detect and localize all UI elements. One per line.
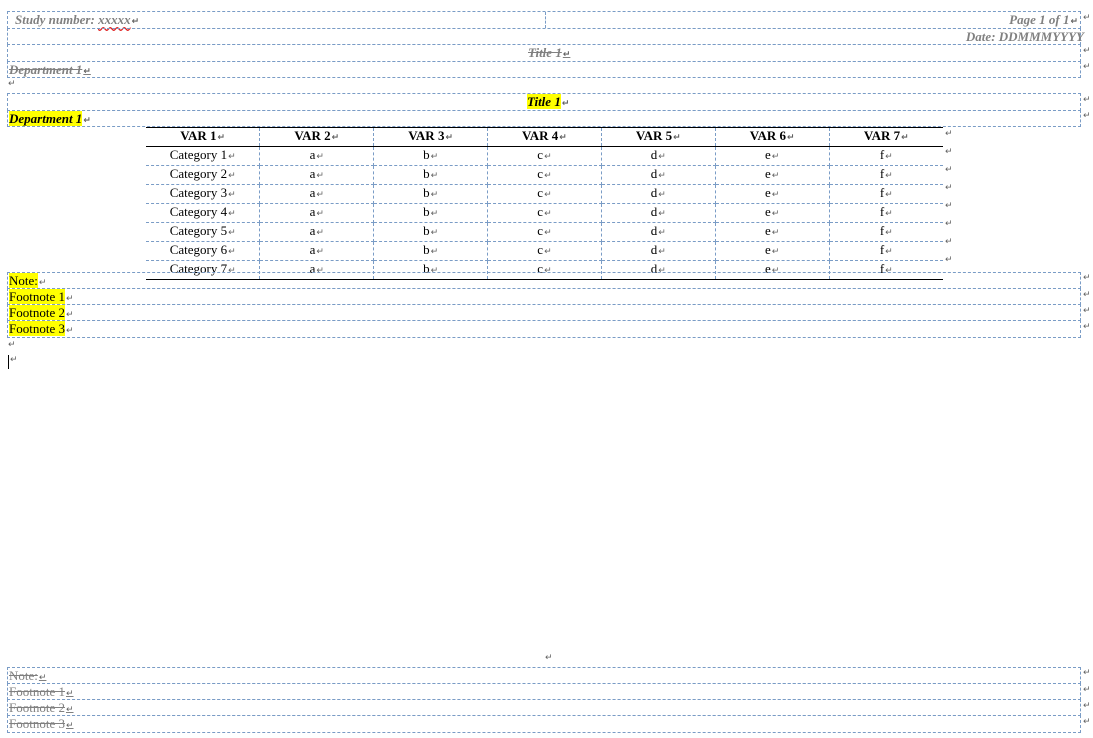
text-cursor xyxy=(8,355,9,369)
table-cell[interactable]: Category 5↵ xyxy=(146,222,261,242)
data-table: VAR 1↵ VAR 2↵ VAR 3↵ VAR 4↵ VAR 5↵ VAR 6… xyxy=(146,127,943,280)
table-cell[interactable]: b↵ xyxy=(373,222,489,242)
table-cell[interactable]: a↵ xyxy=(259,184,375,204)
footnote-row: Footnote 3↵ xyxy=(7,320,1081,338)
header-row-study: Study number: xxxxx↵ Page 1 of 1↵ xyxy=(7,11,1081,29)
table-row: Category 5↵ a↵ b↵ c↵ d↵ e↵ f↵ xyxy=(146,222,943,242)
footer-footnote-row: Footnote 1↵ xyxy=(7,683,1081,700)
table-cell[interactable]: a↵ xyxy=(259,222,375,242)
table-cell[interactable]: c↵ xyxy=(487,146,602,166)
table-cell[interactable]: d↵ xyxy=(600,222,716,242)
header-row-department: Department 1↵ xyxy=(7,61,1081,78)
header-row-date: Date: DDMMMYYYY xyxy=(7,28,1084,45)
study-number-label: Study number: xxxxx↵ xyxy=(15,12,140,28)
table-cell[interactable]: b↵ xyxy=(373,146,489,166)
column-header[interactable]: VAR 2↵ xyxy=(259,127,375,147)
table-cell[interactable]: b↵ xyxy=(373,184,489,204)
footer-footnote-text: Footnote 3↵ xyxy=(9,716,74,732)
table-cell[interactable]: c↵ xyxy=(487,184,602,204)
table-cell[interactable]: a↵ xyxy=(259,241,375,261)
column-header[interactable]: VAR 3↵ xyxy=(373,127,489,147)
table-cell[interactable]: Category 4↵ xyxy=(146,203,261,223)
table-cell[interactable]: a↵ xyxy=(259,146,375,166)
table-cell[interactable]: a↵ xyxy=(259,165,375,185)
table-cell[interactable]: d↵ xyxy=(600,146,716,166)
table-cell[interactable]: Category 2↵ xyxy=(146,165,261,185)
header-title: Title 1↵ xyxy=(528,45,571,61)
body-row-department: Department 1↵ xyxy=(7,110,1081,127)
table-cell[interactable]: c↵ xyxy=(487,222,602,242)
table-cell[interactable]: b↵ xyxy=(373,203,489,223)
body-title: Title 1↵ xyxy=(527,94,570,109)
note-row: Note:↵ xyxy=(7,272,1081,289)
table-cell[interactable]: f↵ xyxy=(828,146,943,166)
table-cell[interactable]: f↵ xyxy=(828,241,943,261)
table-cell[interactable]: Category 6↵ xyxy=(146,241,261,261)
table-cell[interactable]: b↵ xyxy=(373,241,489,261)
study-number-value: xxxxx xyxy=(98,12,131,27)
table-cell[interactable]: e↵ xyxy=(714,184,830,204)
footer-footnote-row: Footnote 2↵ xyxy=(7,699,1081,716)
column-header[interactable]: VAR 5↵ xyxy=(600,127,716,147)
table-row: Category 4↵ a↵ b↵ c↵ d↵ e↵ f↵ xyxy=(146,203,943,223)
table-cell[interactable]: Category 1↵ xyxy=(146,146,261,166)
table-row: Category 2↵ a↵ b↵ c↵ d↵ e↵ f↵ xyxy=(146,165,943,185)
table-cell[interactable]: d↵ xyxy=(600,203,716,223)
page-number: Page 1 of 1↵ xyxy=(1009,12,1078,28)
body-row-title: Title 1↵ xyxy=(7,93,1081,111)
body-department: Department 1↵ xyxy=(9,111,91,126)
table-cell[interactable]: d↵ xyxy=(600,241,716,261)
footnote-row: Footnote 1↵ xyxy=(7,288,1081,305)
table-cell[interactable]: c↵ xyxy=(487,203,602,223)
column-header[interactable]: VAR 7↵ xyxy=(828,127,943,147)
table-row: Category 6↵ a↵ b↵ c↵ d↵ e↵ f↵ xyxy=(146,241,943,261)
table-cell[interactable]: d↵ xyxy=(600,165,716,185)
header-row-title: Title 1↵ xyxy=(7,44,1081,62)
column-header[interactable]: VAR 1↵ xyxy=(146,127,261,147)
date-field: Date: DDMMMYYYY xyxy=(965,29,1084,44)
footer-footnote-row: Footnote 3↵ xyxy=(7,715,1081,733)
footnote-text: Footnote 3↵ xyxy=(9,321,74,336)
table-cell[interactable]: a↵ xyxy=(259,203,375,223)
table-row: Category 3↵ a↵ b↵ c↵ d↵ e↵ f↵ xyxy=(146,184,943,204)
table-cell[interactable]: b↵ xyxy=(373,165,489,185)
header-department: Department 1↵ xyxy=(9,62,91,78)
table-cell[interactable]: e↵ xyxy=(714,165,830,185)
table-cell[interactable]: c↵ xyxy=(487,241,602,261)
table-row: Category 1↵ a↵ b↵ c↵ d↵ e↵ f↵ xyxy=(146,146,943,166)
table-cell[interactable]: f↵ xyxy=(828,165,943,185)
table-cell[interactable]: e↵ xyxy=(714,222,830,242)
table-cell[interactable]: Category 3↵ xyxy=(146,184,261,204)
table-cell[interactable]: d↵ xyxy=(600,184,716,204)
table-cell[interactable]: e↵ xyxy=(714,241,830,261)
table-cell[interactable]: f↵ xyxy=(828,203,943,223)
footnote-row: Footnote 2↵ xyxy=(7,304,1081,321)
column-header[interactable]: VAR 6↵ xyxy=(714,127,830,147)
table-cell[interactable]: f↵ xyxy=(828,222,943,242)
table-cell[interactable]: c↵ xyxy=(487,165,602,185)
table-cell[interactable]: e↵ xyxy=(714,146,830,166)
table-cell[interactable]: e↵ xyxy=(714,203,830,223)
column-header[interactable]: VAR 4↵ xyxy=(487,127,602,147)
table-header-row: VAR 1↵ VAR 2↵ VAR 3↵ VAR 4↵ VAR 5↵ VAR 6… xyxy=(146,127,943,147)
footer-note-row: Note:↵ xyxy=(7,667,1081,684)
table-cell[interactable]: f↵ xyxy=(828,184,943,204)
